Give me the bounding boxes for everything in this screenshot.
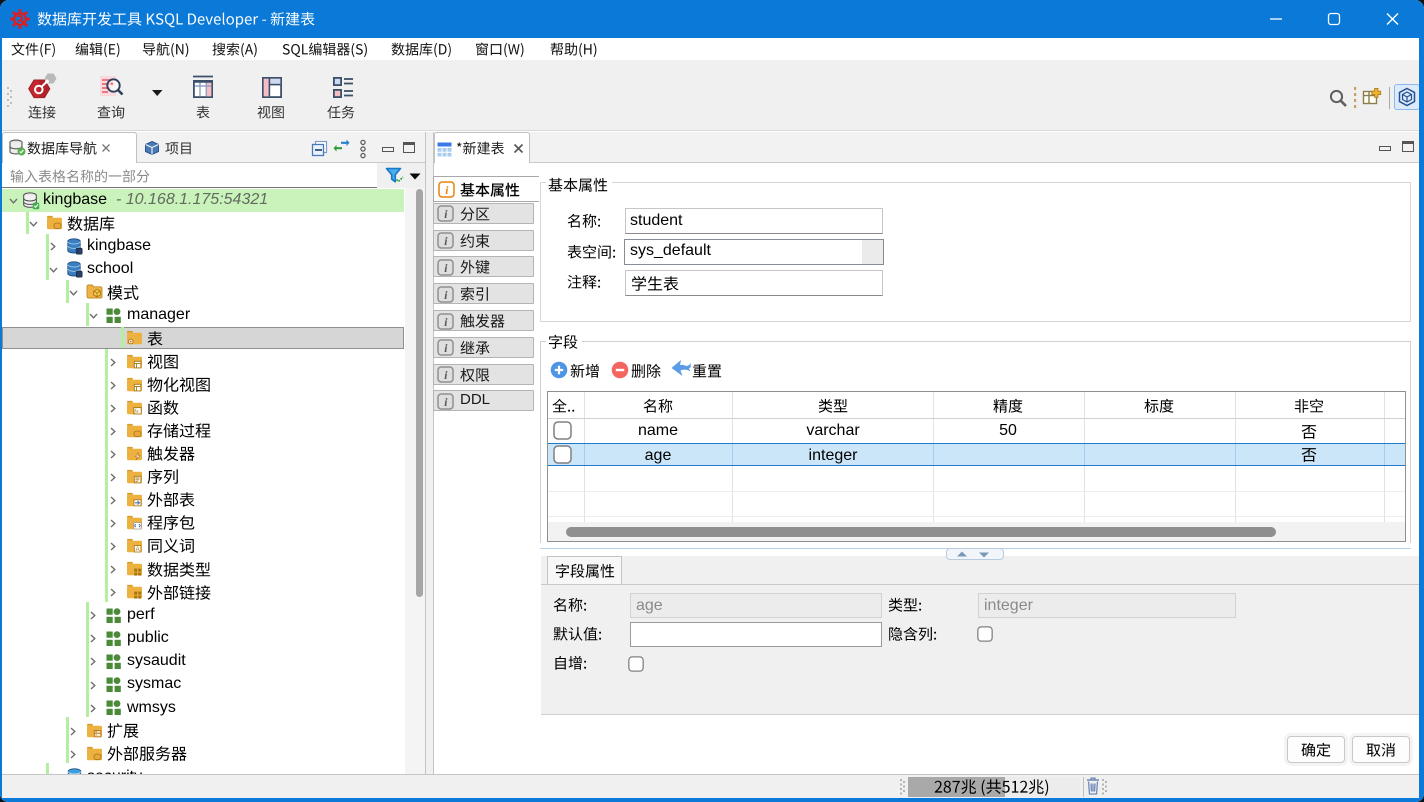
- svg-text:fx: fx: [134, 408, 139, 415]
- svg-text:A: A: [136, 547, 140, 553]
